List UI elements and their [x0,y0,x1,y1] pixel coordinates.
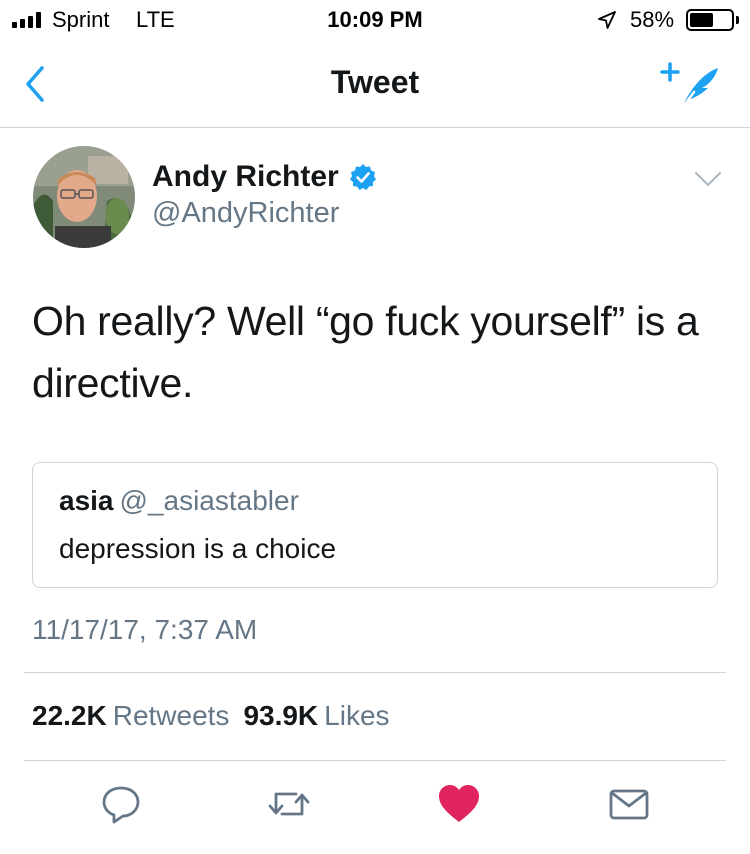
quoted-tweet-text: depression is a choice [59,533,337,564]
retweets-label: Retweets [112,700,230,731]
reply-icon [102,786,140,824]
navigation-bar: Tweet [0,40,750,128]
likes-label: Likes [324,700,390,731]
engagement-stats: 22.2K Retweets 93.9K Likes [32,700,390,732]
chevron-down-icon[interactable] [694,170,722,188]
retweets-count: 22.2K [32,700,107,731]
quoted-tweet-card[interactable]: asia @_asiastabler depression is a choice [32,462,718,588]
tweet-text-line: Oh really? Well “go fuck yourself” is a [32,298,699,344]
retweet-icon [268,792,310,816]
profile-photo [33,146,135,248]
retweet-button[interactable] [266,782,312,826]
verified-badge-icon [349,164,376,190]
battery-icon [686,9,734,31]
status-bar: Sprint LTE 10:09 PM 58% [0,0,750,40]
battery-tip [736,16,739,24]
retweets-stat[interactable]: 22.2K Retweets [32,700,229,731]
battery-level-fill [690,13,713,27]
compose-tweet-button[interactable] [660,58,722,114]
author-name-row: Andy Richter [152,160,377,194]
location-arrow-icon [598,11,616,29]
tweet-text-line: directive. [32,360,194,406]
divider [24,760,726,761]
battery-percentage: 58% [630,7,675,32]
quoted-author-handle: @_asiastabler [119,485,299,516]
page-title: Tweet [330,64,420,100]
tweet-timestamp: 11/17/17, 7:37 AM [32,614,258,645]
compose-tweet-icon [660,62,718,110]
like-button[interactable] [436,782,482,826]
reply-button[interactable] [98,782,144,826]
share-button[interactable] [606,782,652,826]
avatar[interactable] [33,146,135,248]
quoted-tweet-header: asia @_asiastabler [59,485,299,517]
heart-icon [439,785,479,822]
likes-stat[interactable]: 93.9K Likes [243,700,389,731]
author-name[interactable]: Andy Richter [152,160,339,194]
quoted-author-name: asia [59,485,114,516]
likes-count: 93.9K [243,700,319,731]
author-handle[interactable]: @AndyRichter [152,197,339,230]
divider [24,672,726,673]
tweet-text: Oh really? Well “go fuck yourself” is a … [32,290,722,414]
envelope-icon [609,789,649,820]
